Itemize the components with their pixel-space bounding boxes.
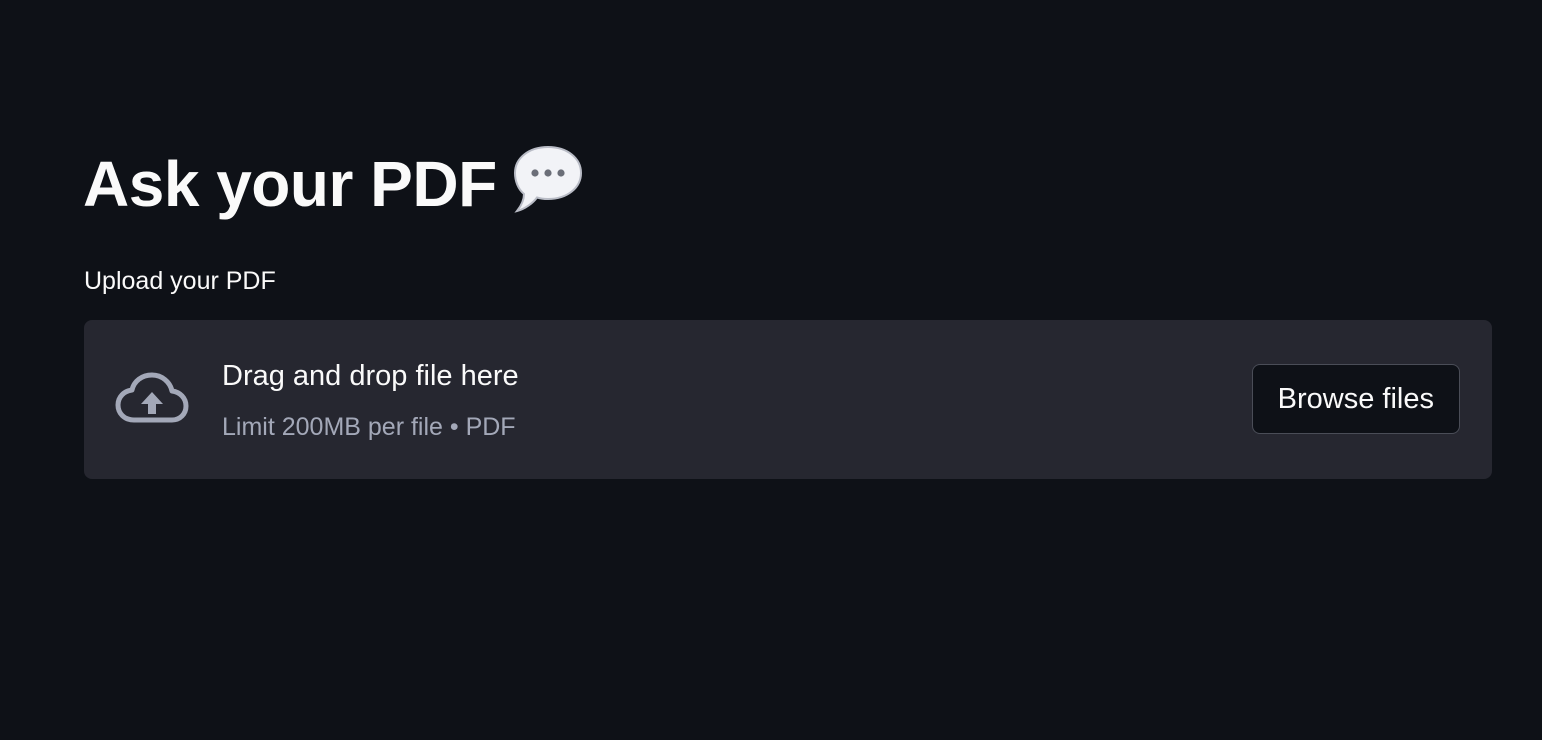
dropzone-limit-text: Limit 200MB per file • PDF [222,413,516,441]
browse-files-button[interactable]: Browse files [1251,364,1460,434]
app-page: Ask your PDF Upload your PDF Drag and dr… [0,0,1542,740]
dropzone-title: Drag and drop file here [222,360,519,392]
file-dropzone[interactable]: Drag and drop file here Limit 200MB per … [84,320,1492,479]
cloud-upload-icon [115,372,189,423]
upload-label: Upload your PDF [84,267,276,295]
speech-balloon-icon [513,145,582,213]
title-row: Ask your PDF [83,140,585,228]
page-title: Ask your PDF [83,148,497,220]
